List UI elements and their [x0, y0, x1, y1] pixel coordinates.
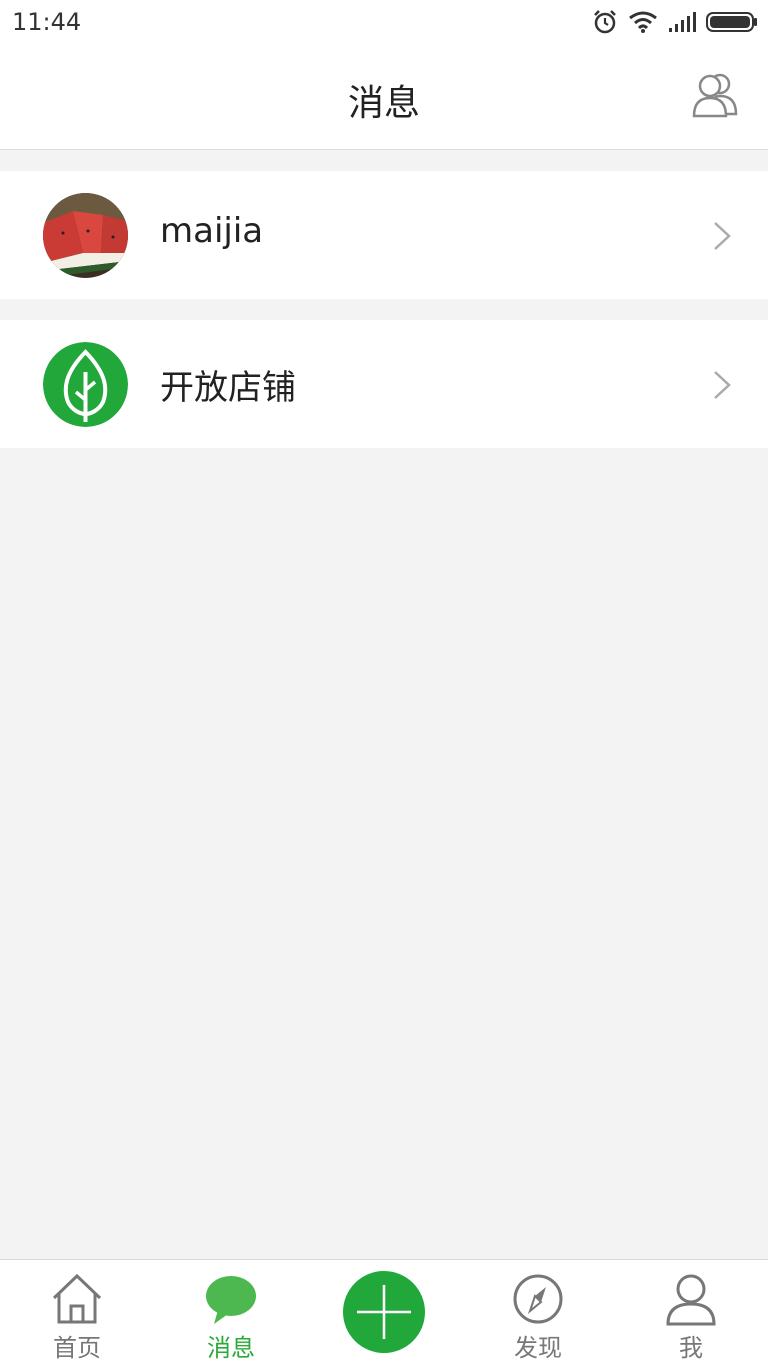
bottom-tab-bar: 首页 消息 发现 我 [0, 1259, 768, 1365]
tab-home[interactable]: 首页 [0, 1260, 154, 1365]
tab-label: 首页 [53, 1334, 101, 1362]
chat-bubble-icon [206, 1276, 256, 1324]
status-time: 11:44 [12, 8, 82, 36]
avatar [43, 342, 128, 427]
avatar [43, 193, 128, 278]
chevron-right-icon [714, 371, 731, 399]
alarm-icon [594, 10, 616, 34]
tab-label: 发现 [514, 1334, 562, 1362]
list-item[interactable]: 开放店铺 [0, 320, 768, 448]
signal-icon [669, 12, 696, 32]
home-icon [52, 1273, 102, 1324]
conversation-name: maijia [160, 211, 264, 251]
tab-messages[interactable]: 消息 [154, 1260, 308, 1365]
tab-me[interactable]: 我 [614, 1260, 768, 1365]
person-icon [666, 1274, 716, 1326]
status-icons [592, 6, 758, 38]
plus-icon [357, 1285, 411, 1339]
list-item[interactable]: maijia [0, 171, 768, 299]
page-title: 消息 [347, 83, 420, 124]
contacts-button[interactable] [690, 70, 740, 120]
status-bar: 11:44 [0, 0, 768, 44]
wifi-icon [629, 11, 657, 33]
contacts-icon [692, 73, 738, 118]
compass-icon [513, 1274, 563, 1324]
tab-label: 消息 [207, 1334, 255, 1362]
header: 消息 [0, 44, 768, 150]
conversation-name: 开放店铺 [160, 368, 296, 408]
watermelon-photo-avatar [43, 193, 128, 278]
green-tree-logo-avatar [43, 342, 128, 427]
battery-icon [706, 12, 757, 32]
add-button[interactable] [343, 1271, 425, 1353]
tab-discover[interactable]: 发现 [461, 1260, 615, 1365]
chevron-right-icon [714, 222, 731, 250]
tab-label: 我 [679, 1334, 703, 1362]
